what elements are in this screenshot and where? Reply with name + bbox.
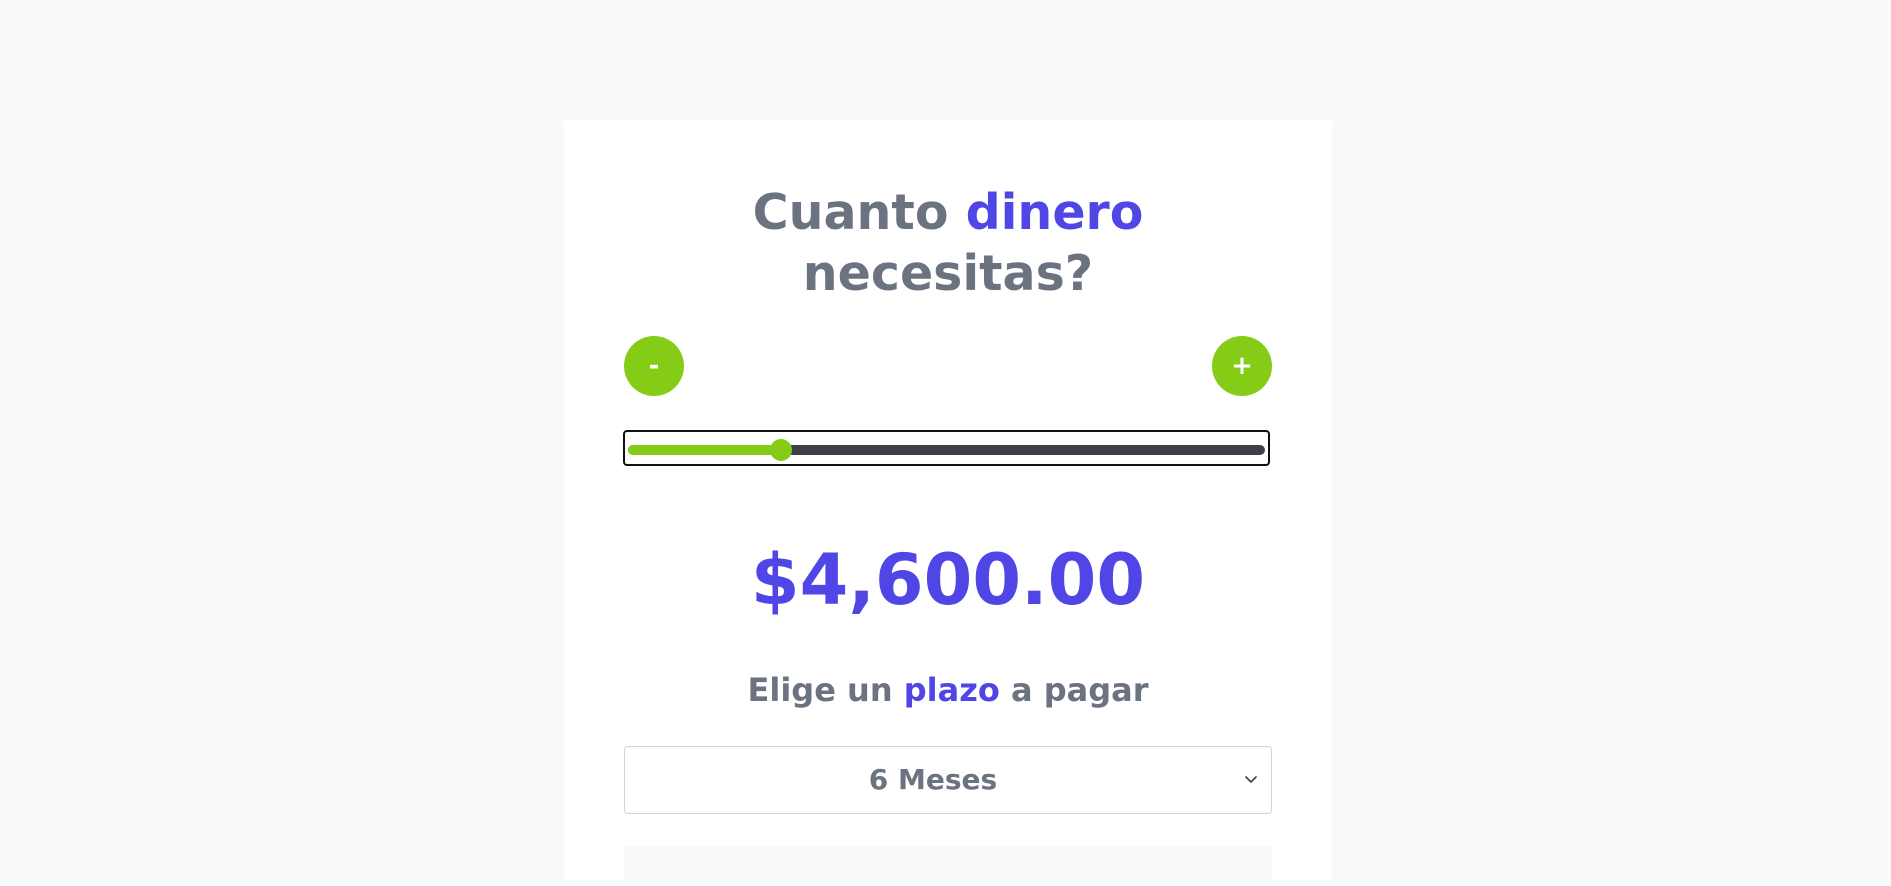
term-heading: Elige un plazo a pagar [564, 670, 1332, 710]
term-part-2: a pagar [999, 671, 1149, 709]
title-part-1: Cuanto [752, 184, 966, 241]
term-part-1: Elige un [747, 671, 904, 709]
slider-track[interactable] [628, 439, 1265, 461]
loan-calculator-card: Cuanto dinero necesitas? - + $4,600.00 E… [564, 120, 1332, 886]
chevron-down-icon [1245, 776, 1257, 783]
increase-amount-button[interactable]: + [1212, 336, 1272, 396]
loan-amount: $4,600.00 [750, 539, 1146, 621]
slider-fill [628, 445, 781, 455]
title-accent: dinero [965, 184, 1144, 241]
page-title: Cuanto dinero necesitas? [564, 182, 1332, 304]
slider-thumb[interactable] [769, 439, 792, 461]
term-select[interactable]: 6 Meses [624, 746, 1272, 814]
term-accent: plazo [903, 671, 1000, 709]
decrease-amount-button[interactable]: - [624, 336, 684, 396]
title-part-2: necesitas? [802, 245, 1094, 302]
amount-slider[interactable] [623, 430, 1270, 466]
next-section [624, 846, 1272, 886]
term-select-value: 6 Meses [868, 763, 998, 796]
